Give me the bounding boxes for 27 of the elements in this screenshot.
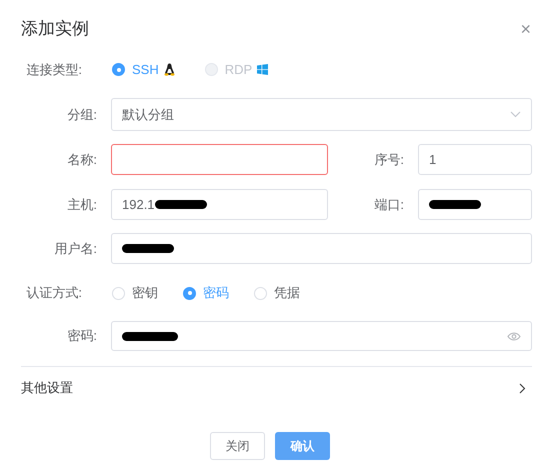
close-button[interactable]: × xyxy=(520,20,531,38)
chevron-icon xyxy=(519,382,526,394)
field-label: 密码: xyxy=(67,328,97,343)
input-field[interactable]: 192.1 xyxy=(111,189,328,220)
eye-icon xyxy=(507,332,521,340)
chevron-down-icon xyxy=(510,111,521,118)
field-label: 端口: xyxy=(374,196,404,212)
input-field[interactable]: 1 xyxy=(418,144,532,175)
field-label: 认证方式: xyxy=(26,285,82,300)
field-label: 序号: xyxy=(374,152,404,166)
password-field[interactable] xyxy=(111,321,532,351)
radio-option[interactable]: 密钥 xyxy=(112,283,158,303)
input-value: 1 xyxy=(429,150,436,169)
dialog-title: 添加实例 xyxy=(21,18,89,40)
input-field[interactable] xyxy=(111,144,328,175)
penguin-icon xyxy=(164,63,175,76)
field-label: 分组: xyxy=(67,106,97,122)
field-label: 连接类型: xyxy=(26,62,82,76)
input-value: 192.1 xyxy=(122,196,155,214)
field-label: 主机: xyxy=(67,196,97,212)
field-label: 用户名: xyxy=(54,240,97,256)
select-field[interactable]: 默认分组 xyxy=(111,98,532,131)
field-label: 名称: xyxy=(67,152,97,166)
close-dialog-button[interactable]: 关闭 xyxy=(210,432,265,460)
windows-logo-icon xyxy=(257,64,268,75)
radio-option[interactable]: 凭据 xyxy=(254,283,300,303)
settings-collapse-header[interactable]: 其他设置 xyxy=(0,367,532,409)
